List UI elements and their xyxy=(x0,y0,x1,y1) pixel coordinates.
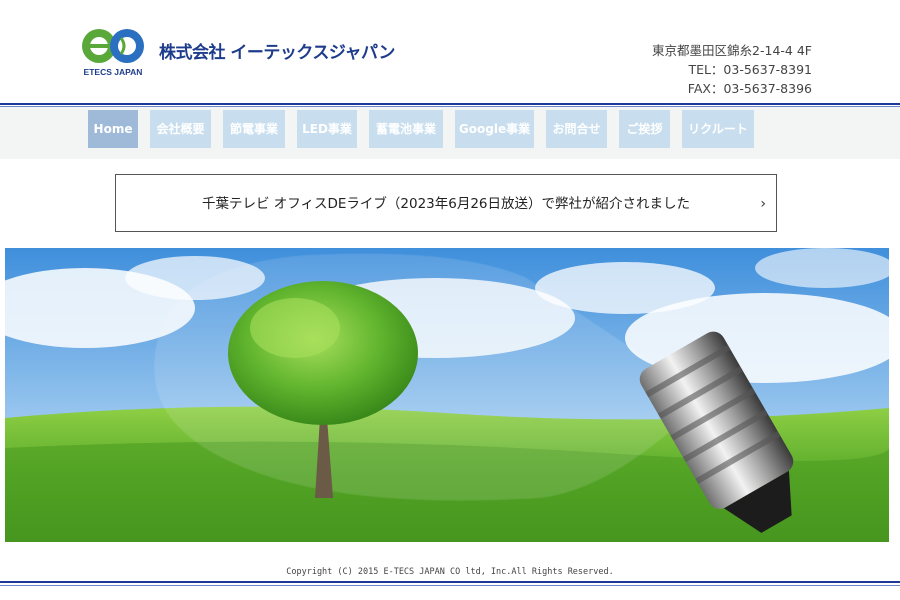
news-text: 千葉テレビ オフィスDEライブ（2023年6月26日放送）で弊社が紹介されました xyxy=(201,196,691,212)
company-logo[interactable]: ETECS JAPAN xyxy=(80,26,150,78)
nav-item-home[interactable]: Home xyxy=(88,110,138,148)
news-banner-link[interactable]: 千葉テレビ オフィスDEライブ（2023年6月26日放送）で弊社が紹介されました… xyxy=(115,174,777,232)
nav-item-contact[interactable]: お問合せ xyxy=(546,110,607,148)
nav-item-power-saving[interactable]: 節電事業 xyxy=(223,110,285,148)
tel-text: TEL：03-5637-8391 xyxy=(688,62,812,77)
logo-text: ETECS JAPAN xyxy=(84,67,143,77)
footer-divider-thin xyxy=(0,585,900,586)
nav-item-greeting[interactable]: ご挨拶 xyxy=(619,110,670,148)
hero-image-lightbulb-tree xyxy=(5,248,889,542)
address-text: 東京都墨田区錦糸2-14-4 4F xyxy=(652,43,812,58)
site-header: ETECS JAPAN 株式会社 イーテックスジャパン 東京都墨田区錦糸2-14… xyxy=(0,0,900,102)
fax-text: FAX：03-5637-8396 xyxy=(687,81,812,96)
nav-item-google[interactable]: Google事業 xyxy=(455,110,534,148)
nav-item-company[interactable]: 会社概要 xyxy=(150,110,211,148)
copyright-text: Copyright (C) 2015 E-TECS JAPAN CO ltd, … xyxy=(286,567,614,577)
contact-info: 東京都墨田区錦糸2-14-4 4F TEL：03-5637-8391 FAX：0… xyxy=(652,41,812,98)
nav-item-battery[interactable]: 蓄電池事業 xyxy=(369,110,443,148)
chevron-right-icon: › xyxy=(760,196,766,212)
header-divider xyxy=(0,103,900,105)
nav-item-recruit[interactable]: リクルート xyxy=(682,110,754,148)
nav-item-led[interactable]: LED事業 xyxy=(297,110,357,148)
footer-divider xyxy=(0,581,900,583)
company-name: 株式会社 イーテックスジャパン xyxy=(159,43,395,63)
main-nav: Home 会社概要 節電事業 LED事業 蓄電池事業 Google事業 お問合せ… xyxy=(0,107,900,159)
